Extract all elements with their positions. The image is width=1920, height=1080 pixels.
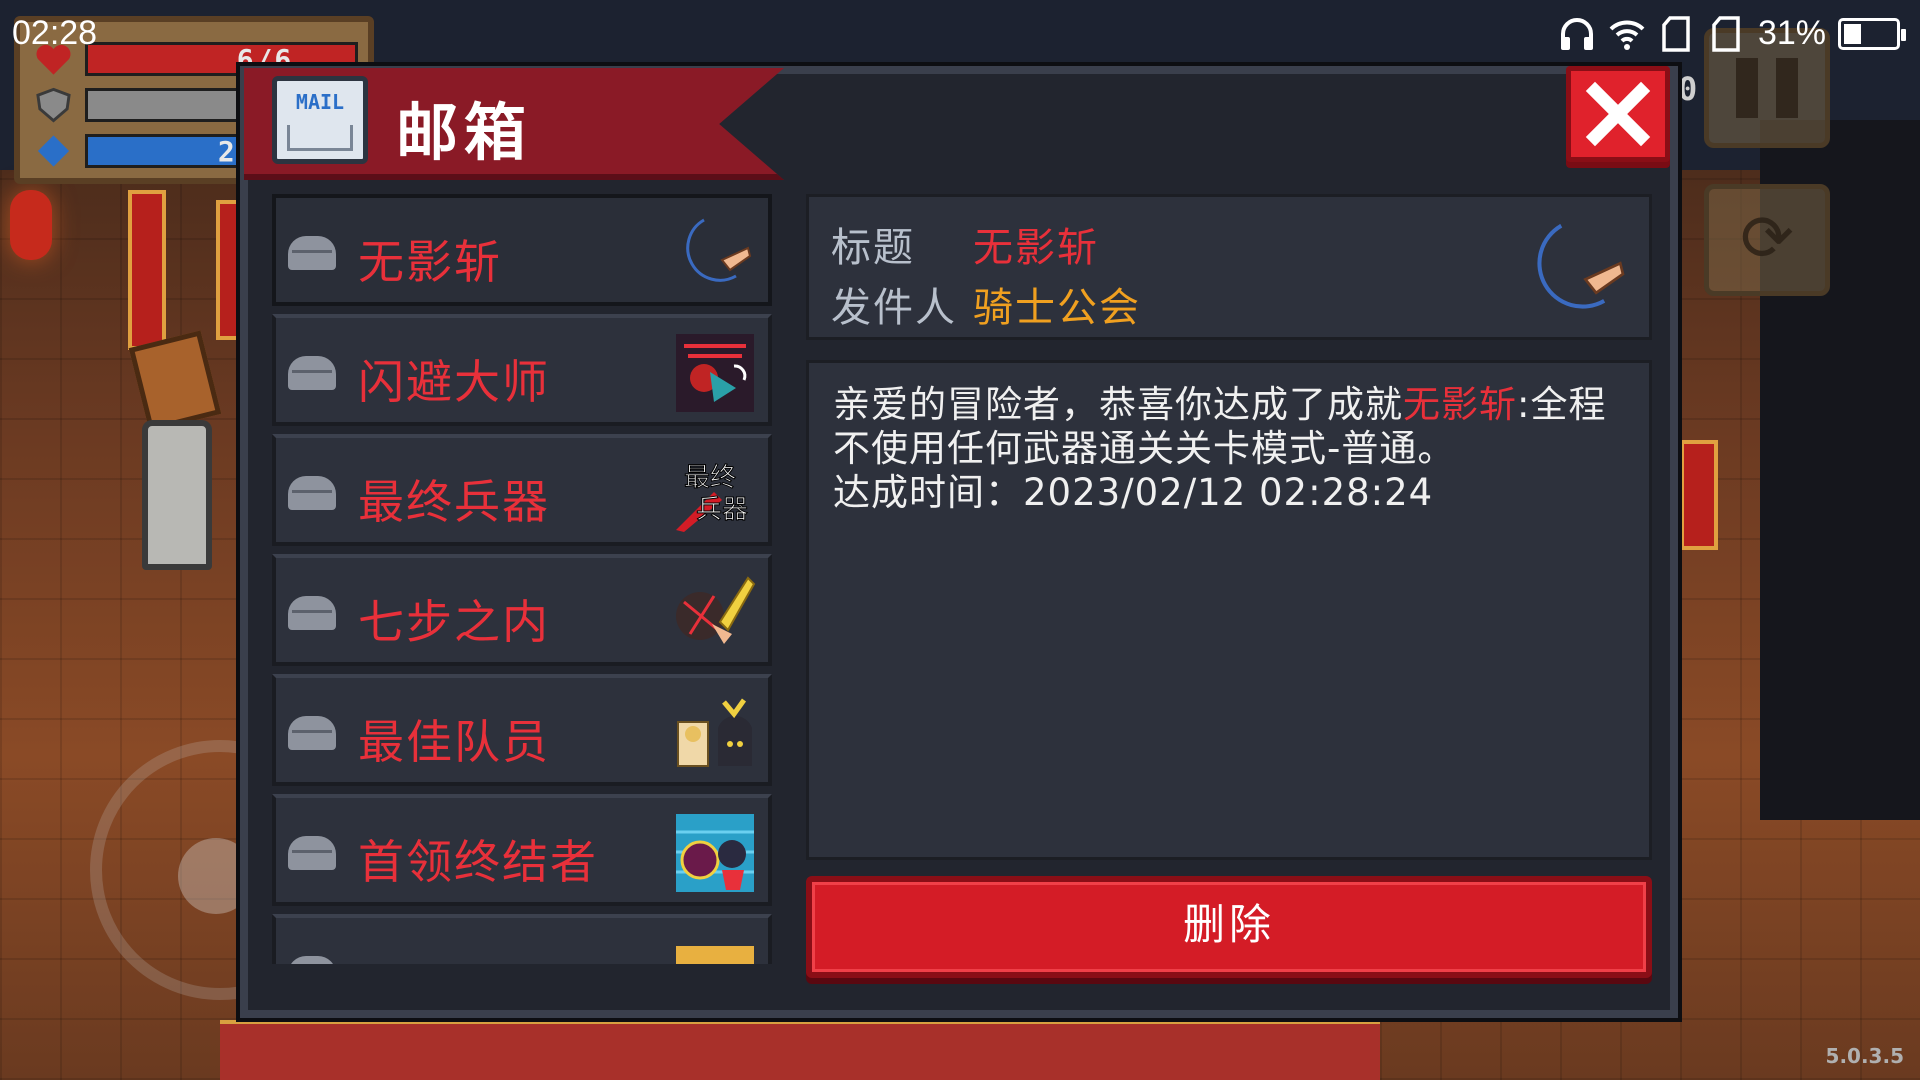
mail-list-item[interactable]: 闪避大师 bbox=[272, 314, 772, 426]
red-banner-decoration bbox=[128, 190, 166, 350]
mail-item-title: 七步之内 bbox=[358, 595, 550, 649]
status-time: 02:28 bbox=[12, 14, 98, 52]
sender-label: 发件人 bbox=[831, 285, 957, 331]
mail-body: 亲爱的冒险者，恭喜你达成了成就无影斩:全程不使用任何武器通关关卡模式-普通。 达… bbox=[806, 360, 1652, 860]
boss-slayer-icon bbox=[676, 814, 754, 892]
achievement-name: 无影斩 bbox=[1403, 383, 1517, 426]
opened-envelope-icon bbox=[288, 716, 336, 750]
wifi-icon bbox=[1609, 20, 1645, 50]
swap-weapon-button[interactable]: ⟳ bbox=[1704, 184, 1830, 296]
title-value: 无影斩 bbox=[973, 225, 1099, 271]
achieved-time: 达成时间：2023/02/12 02:28:24 bbox=[833, 471, 1434, 514]
mail-item-title: 最终兵器 bbox=[358, 475, 550, 529]
energy-diamond-icon bbox=[37, 135, 70, 167]
dodge-master-icon bbox=[676, 334, 754, 412]
mail-list[interactable]: 无影斩 闪避大师 最终兵器 最终 兵器 七步之内 最佳队员 首领终结者 bbox=[272, 194, 772, 964]
mailbox-title: 邮箱 bbox=[396, 96, 533, 169]
crescent-moon-icon bbox=[1537, 223, 1625, 309]
envelope-shape bbox=[287, 125, 353, 151]
pedestal-pillar bbox=[142, 420, 212, 570]
opened-envelope-icon bbox=[288, 476, 336, 510]
floor-carpet-decoration bbox=[220, 1020, 1380, 1080]
mail-item-title: 无影斩 bbox=[358, 235, 502, 289]
red-lantern-icon bbox=[10, 190, 52, 260]
delete-button[interactable]: 删除 bbox=[806, 876, 1652, 978]
ultimate-weapon-icon: 最终 兵器 bbox=[676, 463, 749, 532]
mail-item-title: 闪避大师 bbox=[358, 355, 550, 409]
opened-envelope-icon bbox=[288, 236, 336, 270]
seven-steps-icon bbox=[676, 576, 756, 644]
battery-percent: 31% bbox=[1757, 14, 1826, 52]
close-button[interactable] bbox=[1566, 66, 1670, 162]
crescent-moon-icon bbox=[686, 218, 752, 282]
swap-icon: ⟳ bbox=[1740, 202, 1794, 276]
mail-icon: MAIL bbox=[272, 76, 368, 164]
version-label: 5.0.3.5 bbox=[1825, 1044, 1904, 1068]
mail-icon-text: MAIL bbox=[295, 90, 345, 114]
opened-envelope-icon bbox=[288, 836, 336, 870]
battery-fill bbox=[1844, 23, 1862, 44]
battery-icon bbox=[1838, 17, 1906, 50]
close-icon bbox=[1585, 81, 1651, 147]
svg-text:最终: 最终 bbox=[684, 463, 736, 493]
spellbook-icon bbox=[128, 330, 222, 432]
partial-item-icon bbox=[676, 946, 754, 964]
mail-body-prefix: 亲爱的冒险者，恭喜你达成了成就 bbox=[833, 383, 1403, 426]
sim-card-icon bbox=[1712, 15, 1740, 52]
mail-list-item[interactable]: 无影斩 bbox=[272, 194, 772, 306]
headphones-icon bbox=[1560, 17, 1593, 50]
mail-list-item[interactable]: 最佳队员 bbox=[272, 674, 772, 786]
title-label: 标题 bbox=[831, 225, 915, 271]
shield-icon bbox=[36, 87, 71, 123]
mail-list-item[interactable]: 七步之内 bbox=[272, 554, 772, 666]
mail-detail-header: 标题 无影斩 发件人 骑士公会 bbox=[806, 194, 1652, 340]
opened-envelope-icon bbox=[288, 956, 336, 964]
mailbox-dialog: MAIL 邮箱 无影斩 闪避大师 最终兵器 最终 兵器 七步之内 最佳队员 首领… bbox=[240, 66, 1678, 1018]
red-banner-decoration bbox=[1680, 440, 1718, 550]
status-icons: 31% bbox=[1558, 14, 1906, 53]
mailbox-title-banner: MAIL 邮箱 bbox=[244, 68, 784, 180]
best-teammate-icon bbox=[677, 698, 752, 767]
mail-item-title: 首领终结者 bbox=[358, 835, 598, 889]
mail-item-title: 最佳队员 bbox=[358, 715, 550, 769]
system-status-bar: 02:28 31% bbox=[0, 0, 1920, 76]
sender-value: 骑士公会 bbox=[973, 285, 1141, 331]
mail-list-item[interactable] bbox=[272, 914, 772, 964]
sim-card-icon bbox=[1662, 15, 1690, 52]
mail-list-item[interactable]: 最终兵器 最终 兵器 bbox=[272, 434, 772, 546]
mail-list-item[interactable]: 首领终结者 bbox=[272, 794, 772, 906]
opened-envelope-icon bbox=[288, 356, 336, 390]
svg-text:兵器: 兵器 bbox=[696, 495, 748, 525]
opened-envelope-icon bbox=[288, 596, 336, 630]
